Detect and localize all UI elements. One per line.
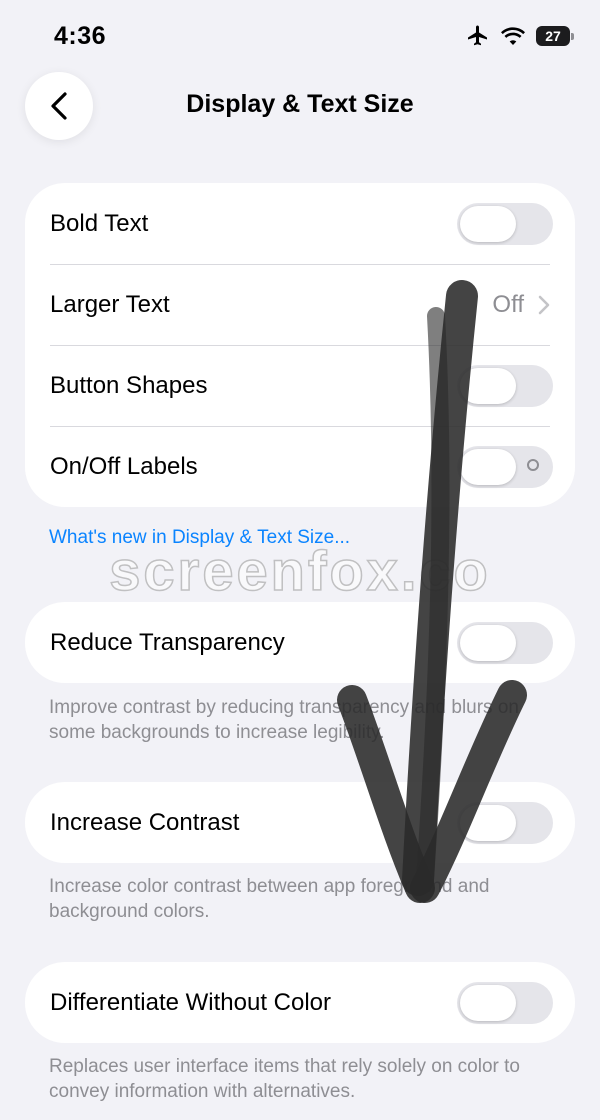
on-off-labels-toggle[interactable] [457,445,553,488]
bold-text-toggle[interactable] [457,202,553,245]
toggle-knob [460,367,516,404]
larger-text-label: Larger Text [50,290,170,318]
page-title: Display & Text Size [186,90,414,118]
off-circle-icon [527,458,539,471]
differentiate-label: Differentiate Without Color [50,988,332,1016]
differentiate-group: Differentiate Without Color [25,962,575,1043]
increase-contrast-footnote: Increase color contrast between app fore… [49,876,490,922]
reduce-transparency-label: Reduce Transparency [50,628,285,656]
differentiate-row: Differentiate Without Color [25,962,575,1043]
toggle-knob [460,984,516,1021]
reduce-transparency-footnote: Improve contrast by reducing transparenc… [49,697,519,743]
reduce-transparency-group: Reduce Transparency [25,602,575,683]
increase-contrast-toggle[interactable] [457,801,553,844]
battery-icon: 27 [536,26,574,46]
reduce-transparency-row: Reduce Transparency [25,602,575,683]
status-icons: 27 [466,24,574,48]
button-shapes-row: Button Shapes [25,345,575,426]
toggle-knob [460,205,516,242]
bold-text-label: Bold Text [50,209,149,237]
larger-text-value-area: Off [492,291,550,319]
increase-contrast-row: Increase Contrast [25,782,575,863]
on-off-labels-row: On/Off Labels [25,426,575,507]
watermark: screenfox.co [109,538,491,603]
status-bar: 4:36 27 [0,0,600,76]
chevron-right-icon [538,295,550,314]
on-off-labels-label: On/Off Labels [50,452,198,480]
wifi-icon [501,27,525,45]
status-time: 4:36 [54,22,107,50]
differentiate-footnote: Replaces user interface items that rely … [49,1056,520,1102]
bold-text-row: Bold Text [25,183,575,264]
button-shapes-label: Button Shapes [50,371,208,399]
increase-contrast-label: Increase Contrast [50,808,240,836]
battery-level: 27 [545,28,561,44]
toggle-knob [460,624,516,661]
differentiate-toggle[interactable] [457,981,553,1024]
toggle-knob [460,804,516,841]
toggle-knob [460,448,516,485]
button-shapes-toggle[interactable] [457,364,553,407]
larger-text-row[interactable]: Larger Text Off [25,264,575,345]
text-options-group: Bold Text Larger Text Off Button Shapes … [25,183,575,507]
reduce-transparency-toggle[interactable] [457,621,553,664]
airplane-icon [468,25,487,46]
larger-text-value: Off [492,290,524,318]
increase-contrast-group: Increase Contrast [25,782,575,863]
